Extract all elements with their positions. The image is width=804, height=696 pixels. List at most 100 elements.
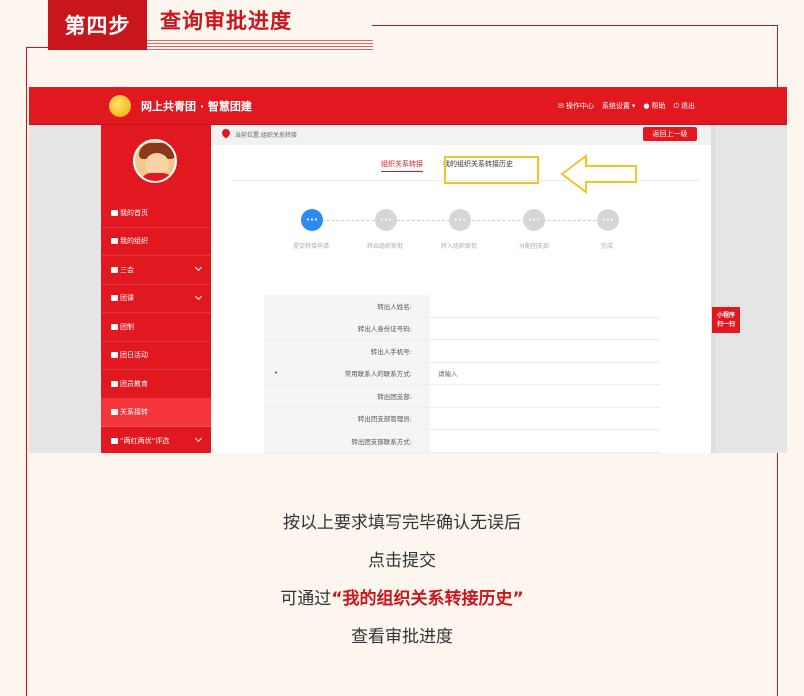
breadcrumb: 当前位置:组织关系转接 — [235, 132, 298, 139]
operation-center-link[interactable]: ✉ 操作中心 — [558, 101, 594, 111]
sidebar-item-label: 三会 — [120, 265, 134, 274]
caption-line: 查看审批进度 — [351, 627, 453, 647]
progress-steps: ••• ••• ••• ••• ••• 提交转接申请 转出组织审批 转入组织审批… — [261, 209, 621, 250]
top-nav: ✉ 操作中心 系统设置 ▾ ● 帮助 ⏻ 退出 — [558, 101, 695, 111]
caption-line: 点击提交 — [368, 551, 436, 571]
instruction-caption: 按以上要求填写完毕确认无误后 点击提交 可通过“我的组织关系转接历史” 查看审批… — [0, 510, 804, 662]
sidebar: 我的首页 我的组织 三会 团课 团制 团日活动 团员教育 关系接转 “两红两优”… — [101, 125, 211, 453]
transfer-form: 转出人姓名: 转出人身份证号码: 转出人手机号: • 常用联系人的联系方式: 请输入… — [264, 295, 660, 453]
step-label: 完成 — [601, 243, 614, 250]
step-badge: 第四步 — [48, 0, 147, 50]
step-label: 转出组织审批 — [367, 243, 404, 250]
form-row: 转出团支部联系方式: — [264, 430, 660, 453]
name-field[interactable] — [430, 295, 660, 317]
sidebar-item-label: 团员教育 — [120, 379, 148, 388]
app-title: 网上共青团 · 智慧团建 — [141, 100, 252, 113]
sidebar-item-transfer[interactable]: 关系接转 — [101, 398, 211, 427]
required-mark: • — [274, 369, 279, 378]
sidebar-item-awards[interactable]: “两红两优”评选 — [101, 427, 211, 453]
frame-line — [372, 25, 778, 26]
branch-field[interactable] — [430, 385, 660, 407]
transfer-icon — [111, 409, 118, 416]
sidebar-item-label: 团课 — [120, 294, 134, 303]
sidebar-menu: 我的首页 我的组织 三会 团课 团制 团日活动 团员教育 关系接转 “两红两优”… — [101, 199, 211, 453]
sidebar-item-system[interactable]: 团制 — [101, 313, 211, 342]
system-settings-link[interactable]: 系统设置 ▾ — [602, 101, 636, 111]
sidebar-item-label: 团制 — [120, 322, 134, 331]
sidebar-item-label: “两红两优”评选 — [120, 436, 170, 445]
field-label: 转出团支部管理员: — [264, 407, 430, 429]
title-underline — [147, 40, 373, 50]
tab-transfer[interactable]: 组织关系转接 — [381, 159, 423, 172]
form-row: 转出人手机号: — [264, 340, 660, 363]
flag-icon — [111, 380, 118, 387]
history-tab-highlight — [444, 156, 539, 184]
checkbox-icon — [111, 437, 118, 444]
pointer-arrow-icon — [560, 154, 637, 194]
sidebar-item-activities[interactable]: 团日活动 — [101, 342, 211, 370]
caption-line: 可通过“我的组织关系转接历史” — [0, 586, 804, 624]
caption-highlight: “我的组织关系转接历史” — [331, 589, 524, 609]
step-label: 提交转接申请 — [293, 243, 330, 250]
sidebar-item-organization[interactable]: 我的组织 — [101, 228, 211, 256]
field-label: • 常用联系人的联系方式: — [264, 362, 430, 384]
mini-program-label: 扫一扫 — [716, 321, 735, 328]
step-dot: ••• — [449, 209, 471, 231]
sidebar-item-education[interactable]: 团员教育 — [101, 370, 211, 399]
form-row: 转出团支部管理员: — [264, 407, 660, 430]
home-icon — [111, 209, 118, 216]
step-label: 转入组织审批 — [441, 243, 478, 250]
step-title: 查询审批进度 — [160, 9, 292, 33]
field-label: 转出团支部: — [264, 385, 430, 407]
folder-icon — [111, 295, 118, 302]
caption-text: 可通过 — [280, 589, 332, 609]
sidebar-item-courses[interactable]: 团课 — [101, 285, 211, 313]
form-row: 转出人姓名: — [264, 295, 660, 318]
sidebar-item-label: 关系接转 — [120, 408, 148, 417]
chevron-down-icon — [194, 292, 203, 300]
form-row: • 常用联系人的联系方式: 请输入 — [264, 362, 660, 385]
branch-admin-field[interactable] — [430, 408, 660, 430]
avatar[interactable] — [133, 139, 177, 183]
step-dot: ••• — [523, 209, 545, 231]
sidebar-item-home[interactable]: 我的首页 — [101, 199, 211, 228]
branch-contact-field[interactable] — [430, 430, 660, 452]
field-label: 转出人手机号: — [264, 340, 430, 362]
form-row: 转出人身份证号码: — [264, 317, 660, 340]
main-content: 当前位置:组织关系转接 返回上一级 组织关系转接 我的组织关系转接历史 ••• … — [211, 125, 711, 453]
step-dot: ••• — [597, 209, 619, 231]
sidebar-item-label: 团日活动 — [120, 351, 148, 360]
field-label: 转出团支部联系方式: — [264, 430, 430, 452]
frame-line — [26, 47, 48, 48]
step-dot: ••• — [375, 209, 397, 231]
field-label: 转出人姓名: — [264, 295, 430, 317]
top-bar: 网上共青团 · 智慧团建 ✉ 操作中心 系统设置 ▾ ● 帮助 ⏻ 退出 — [29, 87, 787, 125]
chevron-down-icon — [194, 263, 203, 272]
page: 第四步 查询审批进度 网上共青团 · 智慧团建 ✉ 操作中心 系统设置 ▾ ● 帮助 … — [0, 0, 804, 696]
circle-icon — [111, 323, 118, 330]
group-icon — [111, 238, 118, 245]
mini-program-badge[interactable]: 小程序 扫一扫 — [712, 307, 740, 333]
breadcrumb-bar: 当前位置:组织关系转接 返回上一级 — [211, 125, 711, 145]
checkbox-icon — [111, 266, 118, 273]
help-link[interactable]: ● 帮助 — [643, 101, 665, 111]
field-label: 转出人身份证号码: — [264, 317, 430, 339]
back-button[interactable]: 返回上一级 — [643, 127, 697, 141]
step-label: 分配团支部 — [519, 243, 550, 250]
contact-input[interactable]: 请输入 — [430, 363, 660, 385]
mini-program-label: 小程序 — [716, 312, 735, 319]
app-screenshot: 网上共青团 · 智慧团建 ✉ 操作中心 系统设置 ▾ ● 帮助 ⏻ 退出 我的首页 我的… — [29, 87, 787, 453]
sidebar-item-label: 我的组织 — [120, 237, 148, 246]
logout-link[interactable]: ⏻ 退出 — [673, 101, 695, 111]
sidebar-item-label: 我的首页 — [120, 208, 148, 217]
chevron-down-icon — [194, 434, 203, 443]
location-pin-icon — [220, 127, 232, 139]
scrollbar[interactable] — [711, 125, 715, 453]
form-row: 转出团支部: — [264, 385, 660, 408]
id-number-field[interactable] — [430, 318, 660, 340]
step-dot: ••• — [301, 209, 323, 231]
sidebar-item-meetings[interactable]: 三会 — [101, 256, 211, 285]
phone-field[interactable] — [430, 340, 660, 362]
caption-line: 按以上要求填写完毕确认无误后 — [283, 513, 521, 533]
refresh-icon — [111, 352, 118, 359]
